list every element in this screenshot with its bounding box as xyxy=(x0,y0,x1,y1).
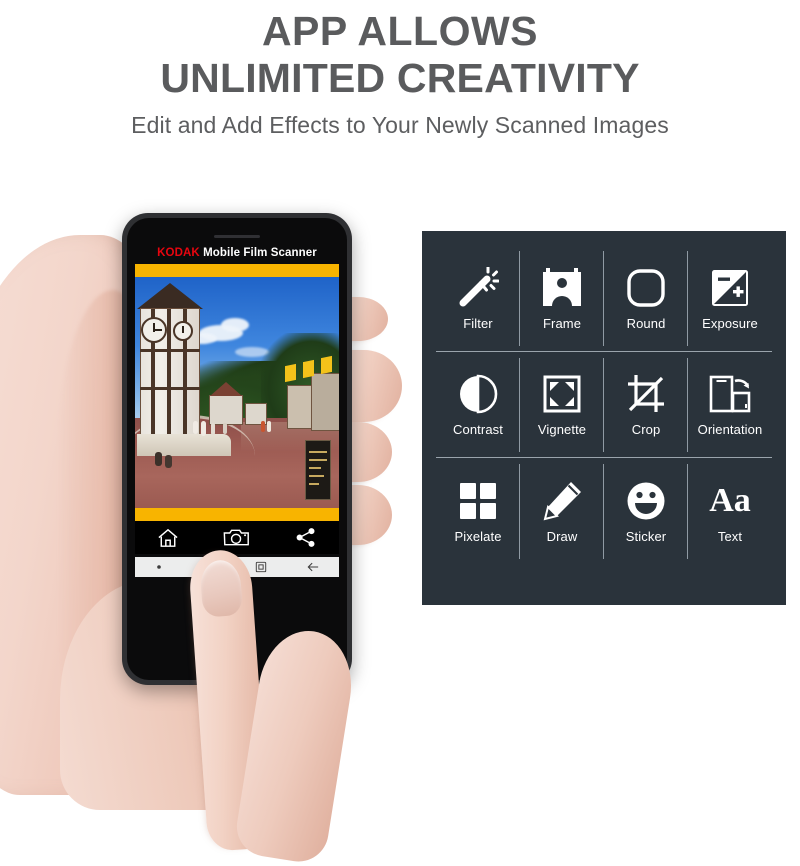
photo-frame-icon xyxy=(540,266,584,310)
tool-cell-orientation[interactable]: Orientation xyxy=(688,352,772,459)
headline-line-1: APP ALLOWS xyxy=(261,8,539,54)
app-bottom-nav xyxy=(135,521,339,554)
rounded-square-icon xyxy=(624,266,668,310)
photo-sign-line xyxy=(309,459,327,461)
tool-label: Exposure xyxy=(702,315,758,331)
kodak-brand-label: KODAK xyxy=(157,247,204,259)
tool-label: Frame xyxy=(542,315,582,331)
photo-person xyxy=(211,423,215,435)
photo-clock-face xyxy=(141,317,167,343)
tool-cell-text[interactable]: Aa Text xyxy=(688,458,772,565)
photo-person-seated xyxy=(155,452,162,466)
hand-holding-phone-scene: KODAK Mobile Film Scanner xyxy=(0,150,420,866)
tool-cell-pixelate[interactable]: Pixelate xyxy=(436,458,520,565)
headline-block: APP ALLOWS UNLIMITED CREATIVITY Edit and… xyxy=(0,0,800,140)
home-icon[interactable] xyxy=(157,528,179,548)
subheadline: Edit and Add Effects to Your Newly Scann… xyxy=(131,112,669,138)
tool-label: Draw xyxy=(546,529,578,545)
photo-flag xyxy=(321,355,332,375)
tool-cell-round[interactable]: Round xyxy=(604,245,688,352)
crop-icon xyxy=(624,372,668,416)
vignette-icon xyxy=(540,372,584,416)
photo-flag xyxy=(285,363,296,383)
headline-line-2: UNLIMITED CREATIVITY xyxy=(160,55,640,101)
orientation-icon xyxy=(708,372,752,416)
photo-flag xyxy=(303,359,314,379)
smiley-icon xyxy=(624,479,668,523)
photo-signboard xyxy=(305,440,331,500)
photo-sign-line xyxy=(309,483,319,485)
app-name-label: Mobile Film Scanner xyxy=(203,247,317,259)
tool-label: Orientation xyxy=(697,422,763,438)
photo-person xyxy=(267,421,271,432)
pencil-icon xyxy=(540,479,584,523)
tool-label: Contrast xyxy=(453,422,503,438)
home-square-icon[interactable] xyxy=(255,561,267,573)
text-aa-glyph: Aa xyxy=(709,482,751,520)
photo-clock-hand xyxy=(182,326,184,333)
tool-cell-crop[interactable]: Crop xyxy=(604,352,688,459)
magic-wand-icon xyxy=(456,266,500,310)
dot-icon[interactable] xyxy=(154,562,164,572)
photo-timber-beam xyxy=(140,387,200,390)
back-arrow-icon[interactable] xyxy=(306,561,320,573)
tool-label: Round xyxy=(626,315,666,331)
photo-building-roof xyxy=(210,382,242,396)
contrast-icon xyxy=(456,372,500,416)
tool-label: Pixelate xyxy=(454,529,502,545)
photo-building xyxy=(209,395,243,425)
tool-cell-contrast[interactable]: Contrast xyxy=(436,352,520,459)
camera-icon[interactable] xyxy=(223,527,250,548)
fingernail xyxy=(199,558,244,618)
photo-stone-wall xyxy=(137,434,231,456)
accent-bar-bottom xyxy=(135,508,339,521)
photo-sign-line xyxy=(309,451,327,453)
tool-cell-exposure[interactable]: Exposure xyxy=(688,245,772,352)
tool-cell-filter[interactable]: Filter xyxy=(436,245,520,352)
photo-timber-beam xyxy=(167,309,171,453)
photo-sign-line xyxy=(309,475,324,477)
accent-bar-top xyxy=(135,264,339,277)
photo-clock-hand xyxy=(154,329,162,331)
pixelate-icon xyxy=(456,479,500,523)
photo-building xyxy=(311,373,339,431)
photo-clock-tower-roof xyxy=(137,283,203,309)
tool-label: Crop xyxy=(631,422,661,438)
share-icon[interactable] xyxy=(295,527,317,548)
photo-preview[interactable] xyxy=(135,277,339,508)
exposure-icon xyxy=(708,266,752,310)
photo-person xyxy=(201,421,206,436)
photo-person xyxy=(261,421,265,432)
tool-cell-frame[interactable]: Frame xyxy=(520,245,604,352)
editing-tools-panel: Filter Frame Round Exposure Contrast Vig… xyxy=(422,231,786,605)
tool-label: Sticker xyxy=(625,529,667,545)
photo-sign-line xyxy=(309,467,321,469)
photo-cloud xyxy=(221,318,249,332)
text-aa-icon: Aa xyxy=(708,479,752,523)
photo-person xyxy=(223,423,227,434)
app-title-bar: KODAK Mobile Film Scanner xyxy=(127,247,347,259)
tool-cell-draw[interactable]: Draw xyxy=(520,458,604,565)
photo-person-seated xyxy=(165,455,172,468)
photo-clock-face xyxy=(173,321,193,341)
photo-person xyxy=(193,421,198,434)
photo-timber-beam xyxy=(140,349,200,352)
tool-label: Text xyxy=(717,529,743,545)
tools-grid: Filter Frame Round Exposure Contrast Vig… xyxy=(436,245,772,565)
tool-cell-sticker[interactable]: Sticker xyxy=(604,458,688,565)
tool-label: Filter xyxy=(463,315,493,331)
tool-cell-vignette[interactable]: Vignette xyxy=(520,352,604,459)
phone-earpiece-speaker xyxy=(214,235,260,238)
tool-label: Vignette xyxy=(537,422,587,438)
